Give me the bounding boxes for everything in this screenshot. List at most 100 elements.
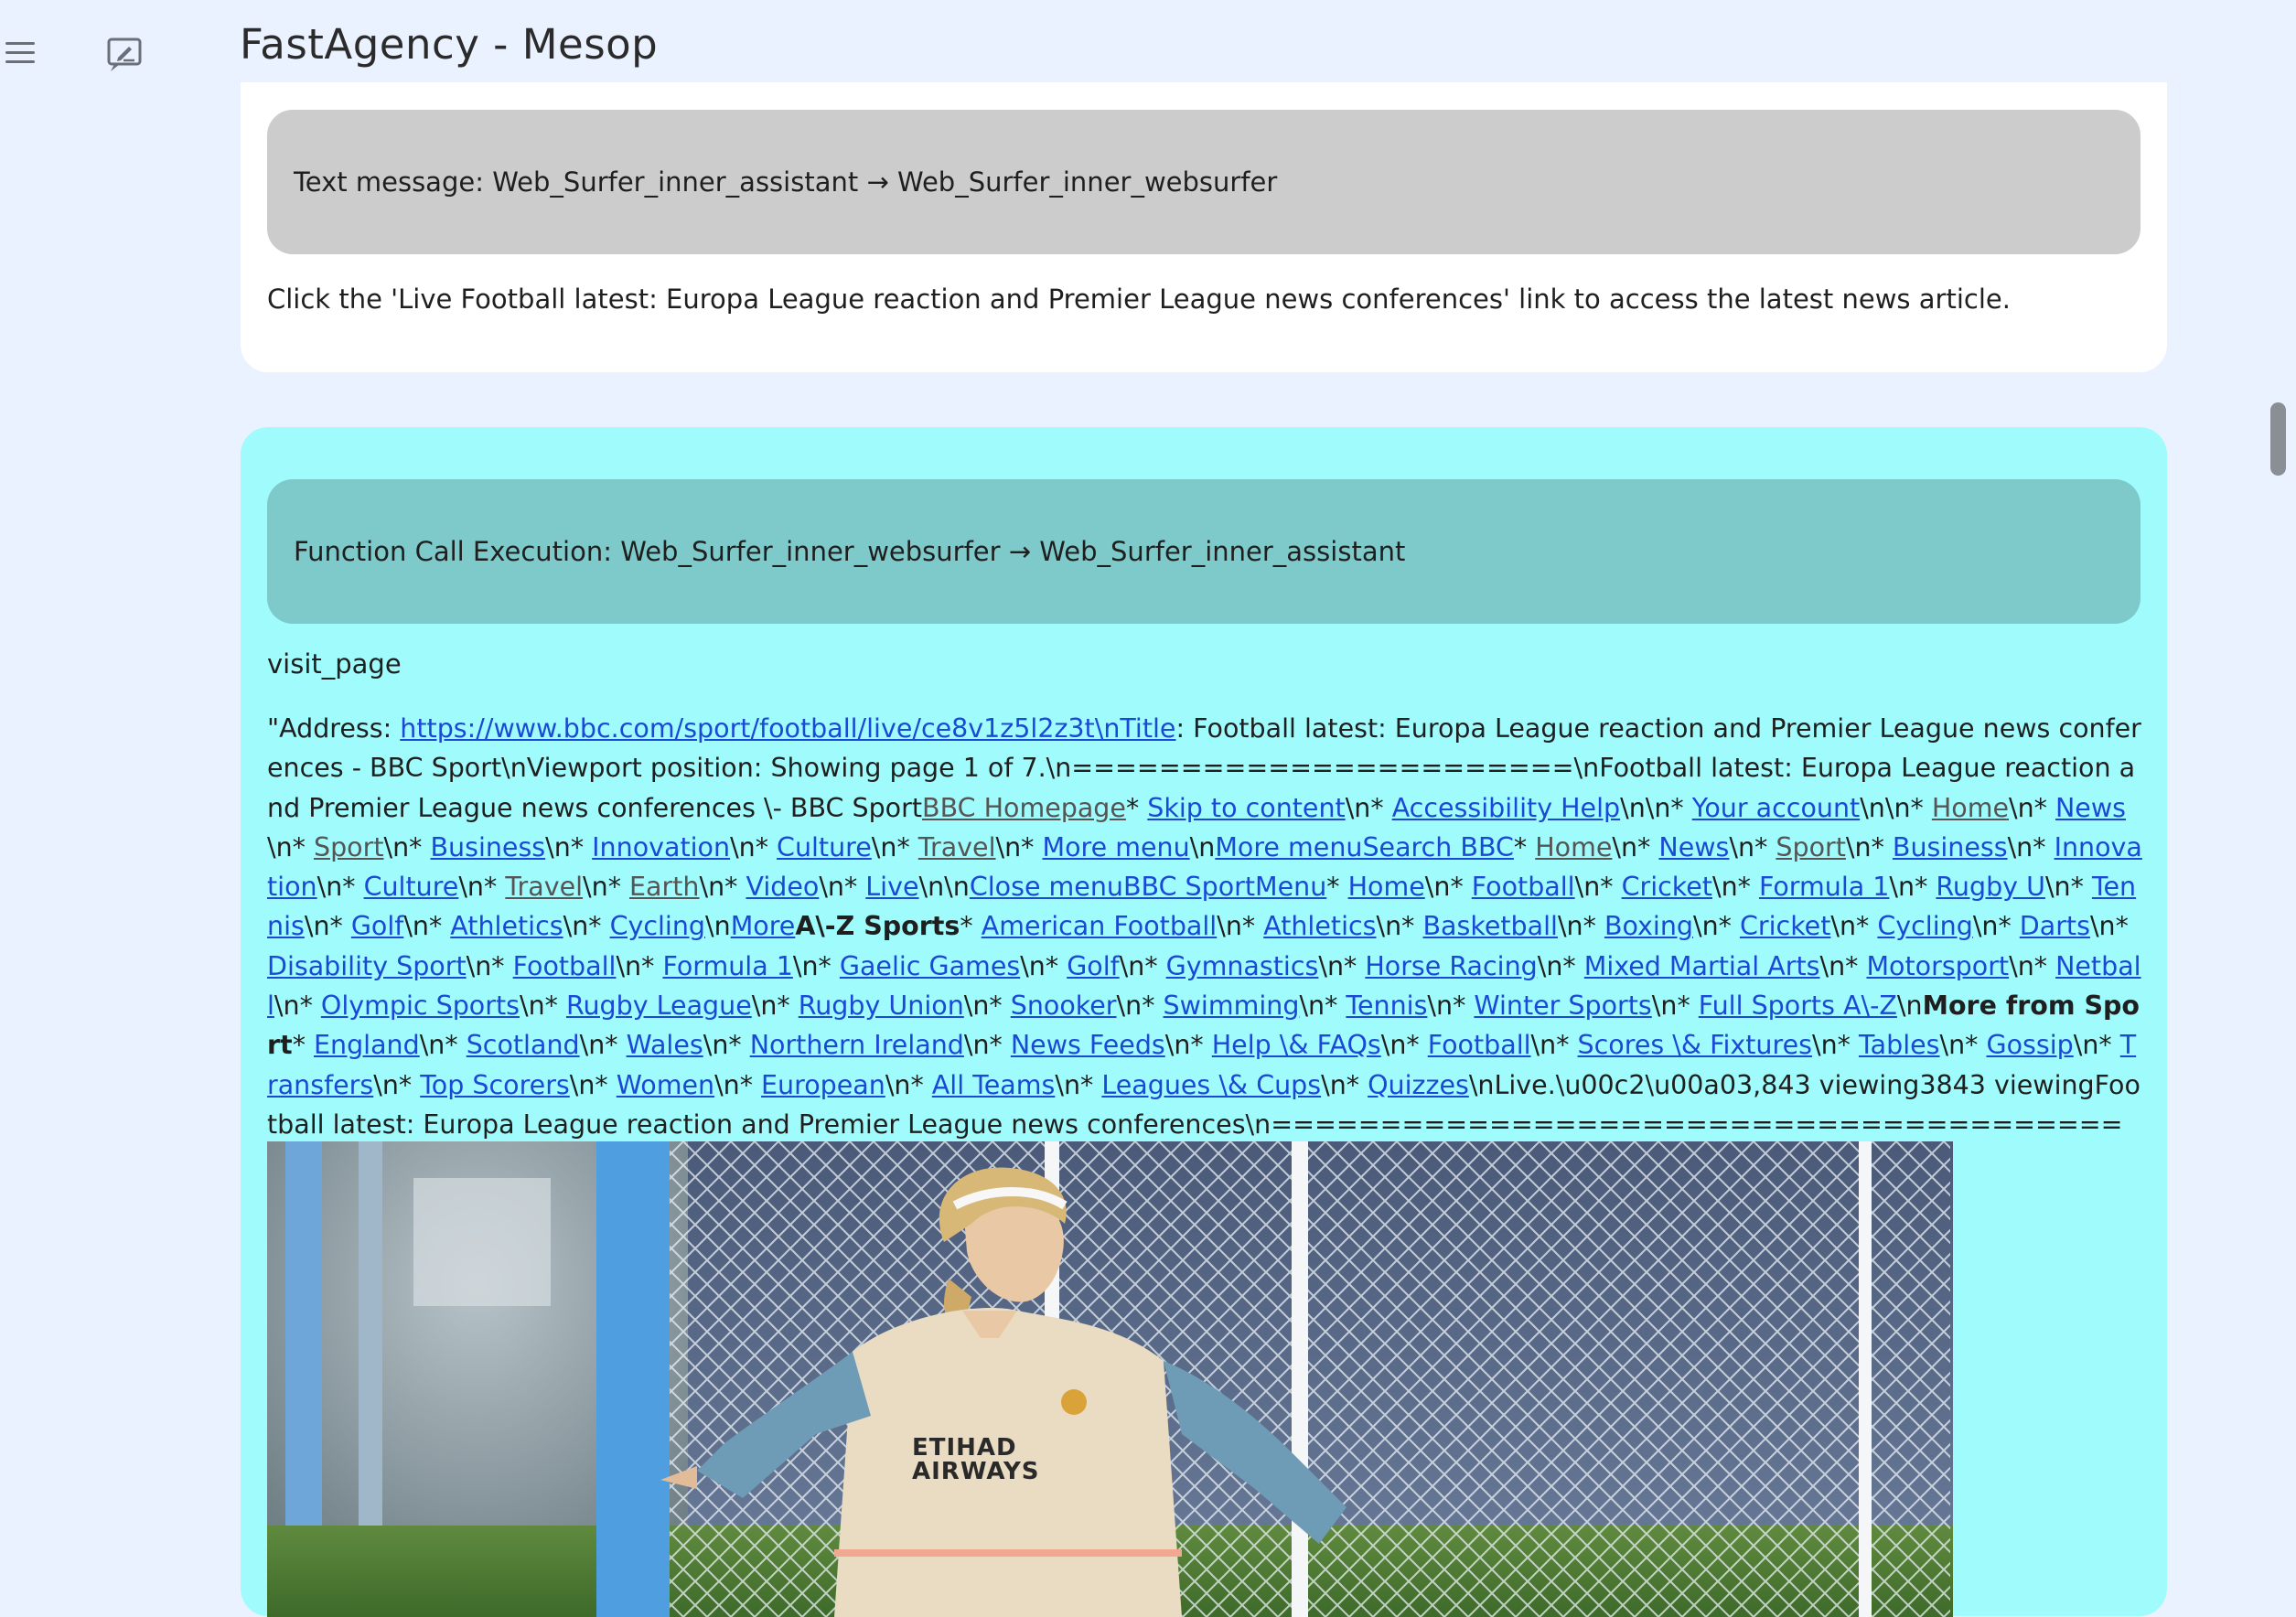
result-link[interactable]: Culture: [777, 832, 872, 862]
result-text: \n*: [1217, 911, 1264, 942]
result-link[interactable]: Horse Racing: [1365, 951, 1537, 981]
result-link[interactable]: Home: [1932, 793, 2009, 823]
result-link[interactable]: Your account: [1692, 793, 1860, 823]
function-call-card: Function Call Execution: Web_Surfer_inne…: [241, 427, 2167, 1617]
result-link[interactable]: All Teams: [932, 1070, 1056, 1100]
result-link[interactable]: Athletics: [1263, 911, 1376, 941]
kit-sponsor-text: ETIHAD AIRWAYS: [912, 1434, 1040, 1485]
result-text: \n*: [616, 950, 663, 981]
result-text: \n\n*: [1860, 792, 1932, 823]
result-link[interactable]: Travel: [505, 872, 583, 902]
result-link[interactable]: Formula 1: [662, 951, 792, 981]
scrollbar-thumb[interactable]: [2270, 402, 2286, 476]
result-text: \n*: [2007, 831, 2055, 862]
result-text: \n*: [1612, 831, 1659, 862]
result-link[interactable]: Cricket: [1740, 911, 1830, 941]
result-text: \n*: [1318, 950, 1366, 981]
result-text: \n\n*: [1620, 792, 1692, 823]
result-link[interactable]: Snooker: [1011, 991, 1117, 1021]
result-link[interactable]: Darts: [2020, 911, 2090, 941]
result-text: \n*: [267, 831, 314, 862]
result-link[interactable]: Golf: [1067, 951, 1119, 981]
result-text: \n*: [519, 991, 566, 1022]
result-link[interactable]: Scotland: [467, 1030, 580, 1060]
result-link[interactable]: Tennis: [1346, 991, 1427, 1021]
result-text: \n*: [466, 950, 513, 981]
result-link[interactable]: American Football: [982, 911, 1218, 941]
result-link[interactable]: Video: [746, 872, 819, 902]
result-text: \n*: [1972, 911, 2020, 942]
result-link[interactable]: Help \& FAQs: [1212, 1030, 1381, 1060]
result-link[interactable]: Top Scorers: [420, 1070, 570, 1100]
result-link[interactable]: Business: [430, 832, 545, 862]
result-link[interactable]: Football: [1472, 872, 1575, 902]
result-link[interactable]: Sport: [1776, 832, 1846, 862]
result-link[interactable]: Gossip: [1987, 1030, 2074, 1060]
hamburger-menu-icon[interactable]: [0, 35, 40, 71]
result-link[interactable]: Golf: [351, 911, 403, 941]
result-link[interactable]: Innovation: [592, 832, 730, 862]
result-text: \n*: [714, 1069, 762, 1100]
result-link[interactable]: More: [731, 911, 796, 941]
result-link[interactable]: Accessibility Help: [1392, 793, 1620, 823]
result-text: *: [1513, 831, 1536, 862]
result-link[interactable]: Skip to content: [1147, 793, 1345, 823]
result-link[interactable]: Football: [513, 951, 617, 981]
result-link[interactable]: Rugby Union: [799, 991, 964, 1021]
result-link[interactable]: Northern Ireland: [750, 1030, 964, 1060]
result-link[interactable]: Live: [865, 872, 918, 902]
result-link[interactable]: Disability Sport: [267, 951, 467, 981]
result-text: \n*: [703, 1030, 750, 1061]
result-link[interactable]: Full Sports A\-Z: [1699, 991, 1897, 1021]
result-link[interactable]: More menu: [1043, 832, 1190, 862]
result-link[interactable]: Earth: [629, 872, 699, 902]
result-link[interactable]: Rugby U: [1936, 872, 2045, 902]
result-link[interactable]: Basketball: [1422, 911, 1557, 941]
edit-chat-icon[interactable]: [102, 33, 148, 77]
result-link[interactable]: Travel: [918, 832, 996, 862]
result-text: \n*: [1116, 991, 1164, 1022]
result-link[interactable]: Athletics: [450, 911, 563, 941]
result-link[interactable]: Tables: [1859, 1030, 1940, 1060]
result-link[interactable]: Winter Sports: [1474, 991, 1651, 1021]
result-link[interactable]: Home: [1348, 872, 1425, 902]
result-link[interactable]: Motorsport: [1866, 951, 2009, 981]
result-link[interactable]: Women: [617, 1070, 714, 1100]
result-link[interactable]: Sport: [314, 832, 384, 862]
result-text: \n: [1896, 991, 1923, 1022]
result-text: \n*: [373, 1069, 421, 1100]
result-link[interactable]: Quizzes: [1368, 1070, 1469, 1100]
result-link[interactable]: Cricket: [1622, 872, 1712, 902]
result-text: *: [292, 1030, 314, 1061]
result-link[interactable]: Leagues \& Cups: [1101, 1070, 1321, 1100]
result-link[interactable]: Boxing: [1604, 911, 1693, 941]
result-link[interactable]: News: [1658, 832, 1729, 862]
result-link[interactable]: Cycling: [1877, 911, 1972, 941]
result-link[interactable]: Olympic Sports: [321, 991, 520, 1021]
result-link[interactable]: Gaelic Games: [840, 951, 1020, 981]
result-link[interactable]: News Feeds: [1011, 1030, 1165, 1060]
result-link[interactable]: https://www.bbc.com/sport/football/live/…: [400, 713, 1175, 744]
result-link[interactable]: England: [314, 1030, 420, 1060]
result-text: \n*: [751, 991, 799, 1022]
result-link[interactable]: Gymnastics: [1166, 951, 1319, 981]
function-result-text: "Address: https://www.bbc.com/sport/foot…: [267, 709, 2142, 1184]
result-link[interactable]: Cycling: [610, 911, 705, 941]
result-text: \n*: [730, 831, 778, 862]
result-link[interactable]: European: [761, 1070, 885, 1100]
result-link[interactable]: Home: [1535, 832, 1612, 862]
result-link[interactable]: Close menuBBC SportMenu: [970, 872, 1326, 902]
result-link[interactable]: Formula 1: [1759, 872, 1889, 902]
result-link[interactable]: Swimming: [1164, 991, 1300, 1021]
result-link[interactable]: Rugby League: [566, 991, 752, 1021]
result-link[interactable]: News: [2055, 793, 2126, 823]
result-link[interactable]: Business: [1893, 832, 2008, 862]
result-link[interactable]: Scores \& Fixtures: [1578, 1030, 1812, 1060]
result-link[interactable]: Football: [1428, 1030, 1531, 1060]
result-link[interactable]: Mixed Martial Arts: [1584, 951, 1820, 981]
result-link[interactable]: Wales: [627, 1030, 703, 1060]
result-link[interactable]: Culture: [364, 872, 459, 902]
result-link[interactable]: More menuSearch BBC: [1215, 832, 1514, 862]
result-link[interactable]: BBC Homepage: [922, 793, 1126, 823]
result-text: *: [1326, 872, 1348, 903]
